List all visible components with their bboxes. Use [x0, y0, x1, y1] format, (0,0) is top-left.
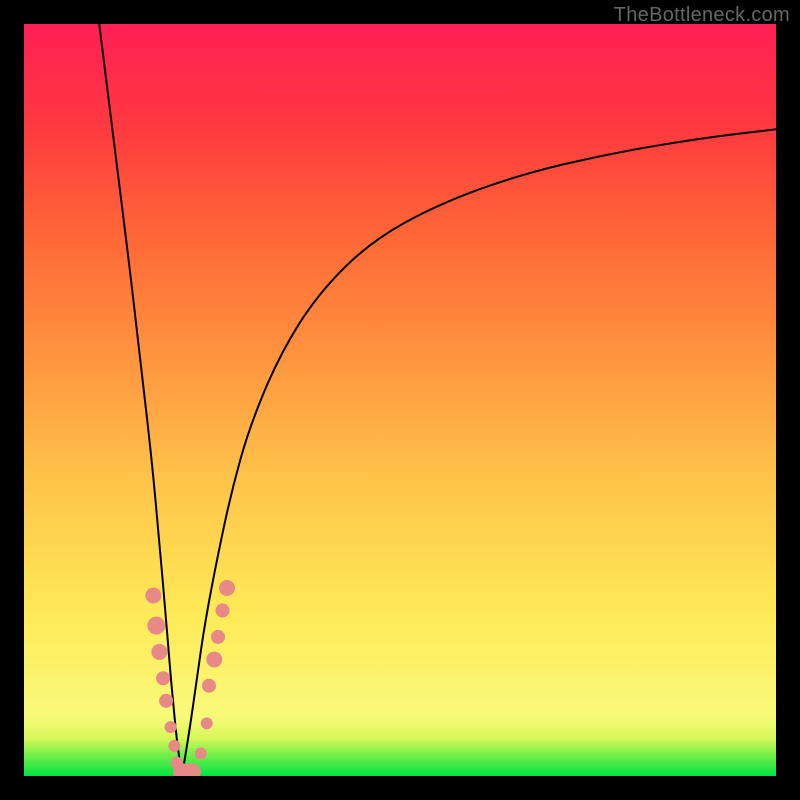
- data-marker: [151, 644, 167, 660]
- data-marker: [219, 580, 235, 596]
- plot-area: [24, 24, 776, 776]
- data-marker: [216, 604, 230, 618]
- data-marker: [165, 721, 177, 733]
- data-marker: [206, 651, 222, 667]
- data-marker: [147, 617, 165, 635]
- data-marker: [159, 694, 173, 708]
- marker-cluster: [24, 24, 776, 776]
- chart-frame: TheBottleneck.com: [0, 0, 800, 800]
- data-marker: [201, 717, 213, 729]
- data-marker: [195, 747, 207, 759]
- data-marker: [202, 679, 216, 693]
- data-marker: [168, 740, 180, 752]
- data-marker: [156, 671, 170, 685]
- watermark-text: TheBottleneck.com: [614, 4, 790, 27]
- data-marker: [145, 588, 161, 604]
- data-marker: [211, 630, 225, 644]
